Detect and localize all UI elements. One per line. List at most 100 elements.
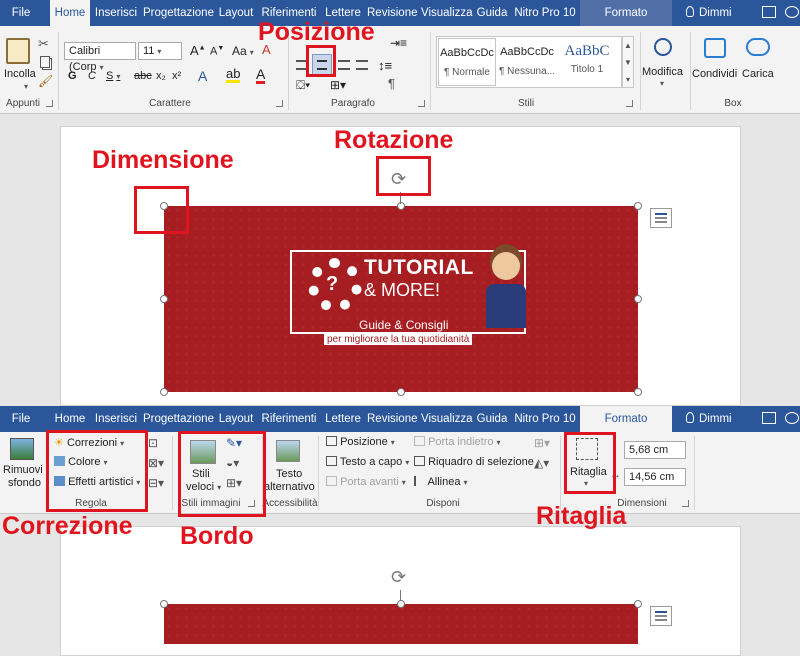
styles-scroll[interactable]: ▲ ▼ ▾ [622,36,634,88]
reset-picture-icon[interactable]: ⊟▾ [148,476,164,490]
resize-handle[interactable] [397,388,405,396]
tab-progettazione[interactable]: Progettazione [143,0,214,26]
borders-icon[interactable]: ⊞▾ [330,78,346,92]
tab-visualizza[interactable]: Visualizza [421,406,473,432]
bold-button[interactable]: G [68,70,77,82]
tab-inserisci[interactable]: Inserisci [94,406,138,432]
resize-handle[interactable] [634,600,642,608]
change-picture-icon[interactable]: ⊠▾ [148,456,164,470]
box-upload-icon[interactable] [746,38,770,56]
wrap-text-button[interactable]: Testo a capo [326,456,409,468]
alt-text-label-1[interactable]: Testo [276,468,302,480]
copy-icon[interactable] [40,56,50,68]
tab-layout[interactable]: Layout [216,406,256,432]
remove-background-icon[interactable] [10,438,34,460]
find-icon[interactable] [654,38,672,56]
height-field[interactable]: 5,68 cm [624,441,686,459]
text-effects-icon[interactable]: A [198,68,207,84]
tab-progettazione[interactable]: Progettazione [143,406,214,432]
box-share-icon[interactable] [704,38,726,58]
style-titolo1[interactable]: AaBbC Titolo 1 [558,38,616,86]
size-launcher-icon[interactable] [682,500,689,507]
shrink-font-button[interactable]: A▼ [210,45,224,58]
tab-lettere[interactable]: Lettere [323,406,363,432]
tab-home[interactable]: Home [50,406,90,432]
font-size-select[interactable]: 11 [138,42,182,60]
tab-guida[interactable]: Guida [476,406,508,432]
paragraph-launcher-icon[interactable] [418,100,425,107]
share-icon[interactable] [762,412,776,424]
tab-layout[interactable]: Layout [216,0,256,26]
alt-text-icon[interactable] [276,440,300,462]
tab-formato[interactable]: Formato [580,0,672,26]
indent-icon[interactable]: ⇥≡ [390,36,407,50]
shading-icon[interactable]: ⛋▾ [296,78,310,93]
highlight-icon[interactable]: ab [226,67,241,83]
tutorial-banner-image[interactable] [164,604,638,644]
selection-pane-button[interactable]: Riquadro di selezione [414,456,534,468]
clipboard-launcher-icon[interactable] [46,100,53,107]
resize-handle[interactable] [634,295,642,303]
tab-file[interactable]: File [6,0,36,26]
feedback-icon[interactable] [785,6,799,18]
remove-background-label-1[interactable]: Rimuovi [3,464,43,476]
remove-background-label-2[interactable]: sfondo [8,477,41,489]
tab-riferimenti[interactable]: Riferimenti [260,406,318,432]
send-backward-button[interactable]: Porta indietro [414,436,501,448]
align-right-icon[interactable] [338,60,350,70]
justify-icon[interactable] [356,60,368,70]
grow-font-button[interactable]: A▲ [190,43,206,58]
editing-dropdown-icon[interactable]: ▾ [660,79,664,88]
bring-forward-button[interactable]: Porta avanti [326,476,406,488]
line-spacing-icon[interactable]: ↕≡ [378,58,392,73]
strikethrough-button[interactable]: abc [134,70,152,82]
group-objects-icon[interactable]: ⊞▾ [534,436,550,450]
width-field[interactable]: 14,56 cm [624,468,686,486]
cut-icon[interactable]: ✂ [38,36,49,52]
paste-icon[interactable] [6,38,30,64]
layout-options-icon[interactable] [650,208,672,228]
tab-home[interactable]: Home [50,0,90,26]
feedback-icon[interactable] [785,412,799,424]
resize-handle[interactable] [634,388,642,396]
paste-dropdown-icon[interactable]: ▾ [24,82,28,91]
resize-handle[interactable] [397,600,405,608]
style-normale[interactable]: AaBbCcDc ¶ Normale [438,38,496,86]
paste-button[interactable]: Incolla [4,68,36,80]
tab-revisione[interactable]: Revisione [367,406,418,432]
tab-file[interactable]: File [6,406,36,432]
share-icon[interactable] [762,6,776,18]
resize-handle[interactable] [397,202,405,210]
resize-handle[interactable] [634,202,642,210]
align-button[interactable]: Allinea [414,476,468,488]
tab-visualizza[interactable]: Visualizza [421,0,473,26]
styles-launcher-icon[interactable] [626,100,633,107]
change-case-button[interactable]: Aa [232,44,254,58]
tell-me[interactable]: Dimmi [686,406,732,432]
tab-formato[interactable]: Formato [580,406,672,432]
alt-text-label-2[interactable]: alternativo [264,481,315,493]
superscript-button[interactable]: x² [172,70,181,82]
tab-nitro[interactable]: Nitro Pro 10 [514,406,576,432]
show-marks-button[interactable]: ¶ [388,76,395,91]
rotation-handle-icon[interactable]: ⟳ [391,567,406,588]
box-upload-button[interactable]: Carica [742,68,774,80]
underline-button[interactable]: S [106,70,120,82]
tab-inserisci[interactable]: Inserisci [94,0,138,26]
position-button[interactable]: Posizione [326,436,395,448]
format-painter-icon[interactable]: 🖌 [38,74,53,88]
subscript-button[interactable]: x₂ [156,70,166,82]
resize-handle[interactable] [160,295,168,303]
box-share-button[interactable]: Condividi [692,68,737,80]
font-launcher-icon[interactable] [276,100,283,107]
tell-me[interactable]: Dimmi [686,0,732,26]
rotate-objects-icon[interactable]: ◭▾ [534,456,549,470]
tab-guida[interactable]: Guida [476,0,508,26]
resize-handle[interactable] [160,388,168,396]
tutorial-banner-image[interactable]: ? TUTORIAL & MORE! Guide & Consigli per … [164,206,638,392]
font-name-select[interactable]: Calibri (Corp [64,42,136,73]
editing-button[interactable]: Modifica [642,66,683,78]
style-nessuna[interactable]: AaBbCcDc ¶ Nessuna... [498,38,556,86]
resize-handle[interactable] [160,600,168,608]
italic-button[interactable]: C [88,70,96,82]
